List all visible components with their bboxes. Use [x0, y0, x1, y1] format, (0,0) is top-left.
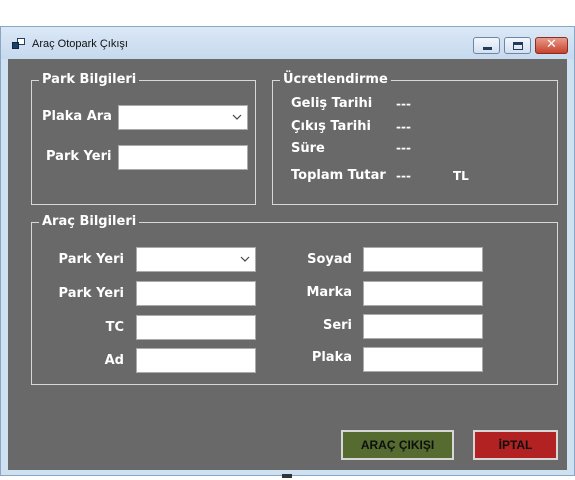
ad-label: Ad	[104, 353, 124, 368]
park-yeri-select-label: Park Yeri	[58, 252, 124, 267]
close-button[interactable]: ✕	[535, 37, 568, 54]
minimize-icon	[483, 47, 492, 50]
park-yeri-dropdown[interactable]	[136, 247, 256, 272]
title-bar[interactable]: Araç Otopark Çıkışı ✕	[1, 27, 574, 59]
park-bilgileri-title: Park Bilgileri	[39, 72, 140, 88]
form-client-area: Park Bilgileri Plaka Ara Park Yeri Ücret…	[8, 59, 567, 470]
ucretlendirme-title: Ücretlendirme	[280, 72, 391, 88]
cikis-tarihi-label: Çıkış Tarihi	[291, 119, 371, 134]
maximize-button[interactable]	[504, 37, 531, 54]
soyad-input[interactable]	[363, 247, 483, 272]
chevron-down-icon	[232, 114, 242, 120]
sure-label: Süre	[291, 141, 325, 156]
seri-label: Seri	[322, 318, 352, 333]
plaka-ara-label: Plaka Ara	[42, 109, 112, 124]
resize-grip[interactable]	[282, 474, 292, 478]
arac-park-yeri-label: Park Yeri	[58, 286, 124, 301]
app-window: Araç Otopark Çıkışı ✕ Park Bilgileri Pla…	[0, 26, 575, 476]
ad-input[interactable]	[136, 348, 256, 373]
park-yeri-input[interactable]	[118, 145, 248, 170]
seri-input[interactable]	[363, 314, 483, 339]
plaka-ara-dropdown[interactable]	[118, 105, 248, 130]
currency-label: TL	[453, 169, 469, 183]
plaka-input[interactable]	[363, 347, 483, 372]
plaka-label: Plaka	[311, 350, 352, 365]
park-bilgileri-group: Park Bilgileri Plaka Ara Park Yeri	[31, 72, 256, 205]
tc-input[interactable]	[136, 315, 256, 340]
marka-input[interactable]	[363, 281, 483, 306]
marka-label: Marka	[306, 285, 352, 300]
iptal-button[interactable]: İPTAL	[473, 430, 558, 460]
soyad-label: Soyad	[307, 252, 352, 267]
toplam-tutar-value: ---	[396, 169, 411, 183]
minimize-button[interactable]	[473, 37, 500, 54]
toplam-tutar-label: Toplam Tutar	[291, 168, 386, 183]
maximize-icon	[513, 42, 523, 50]
sure-value: ---	[396, 141, 411, 155]
arac-cikisi-button[interactable]: ARAÇ ÇIKIŞI	[341, 430, 454, 460]
cikis-tarihi-value: ---	[396, 120, 411, 134]
park-yeri-label: Park Yeri	[46, 149, 112, 164]
gelis-tarihi-value: ---	[396, 97, 411, 111]
arac-park-yeri-input[interactable]	[136, 281, 256, 306]
arac-bilgileri-group: Araç Bilgileri Park Yeri Park Yeri TC Ad…	[31, 214, 558, 385]
close-icon: ✕	[546, 37, 557, 52]
arac-bilgileri-title: Araç Bilgileri	[39, 214, 140, 230]
ucretlendirme-group: Ücretlendirme Geliş Tarihi --- Çıkış Tar…	[272, 72, 558, 205]
tc-label: TC	[105, 320, 124, 335]
gelis-tarihi-label: Geliş Tarihi	[291, 96, 373, 111]
window-title: Araç Otopark Çıkışı	[32, 38, 128, 50]
chevron-down-icon	[240, 256, 250, 262]
app-icon	[12, 38, 26, 50]
